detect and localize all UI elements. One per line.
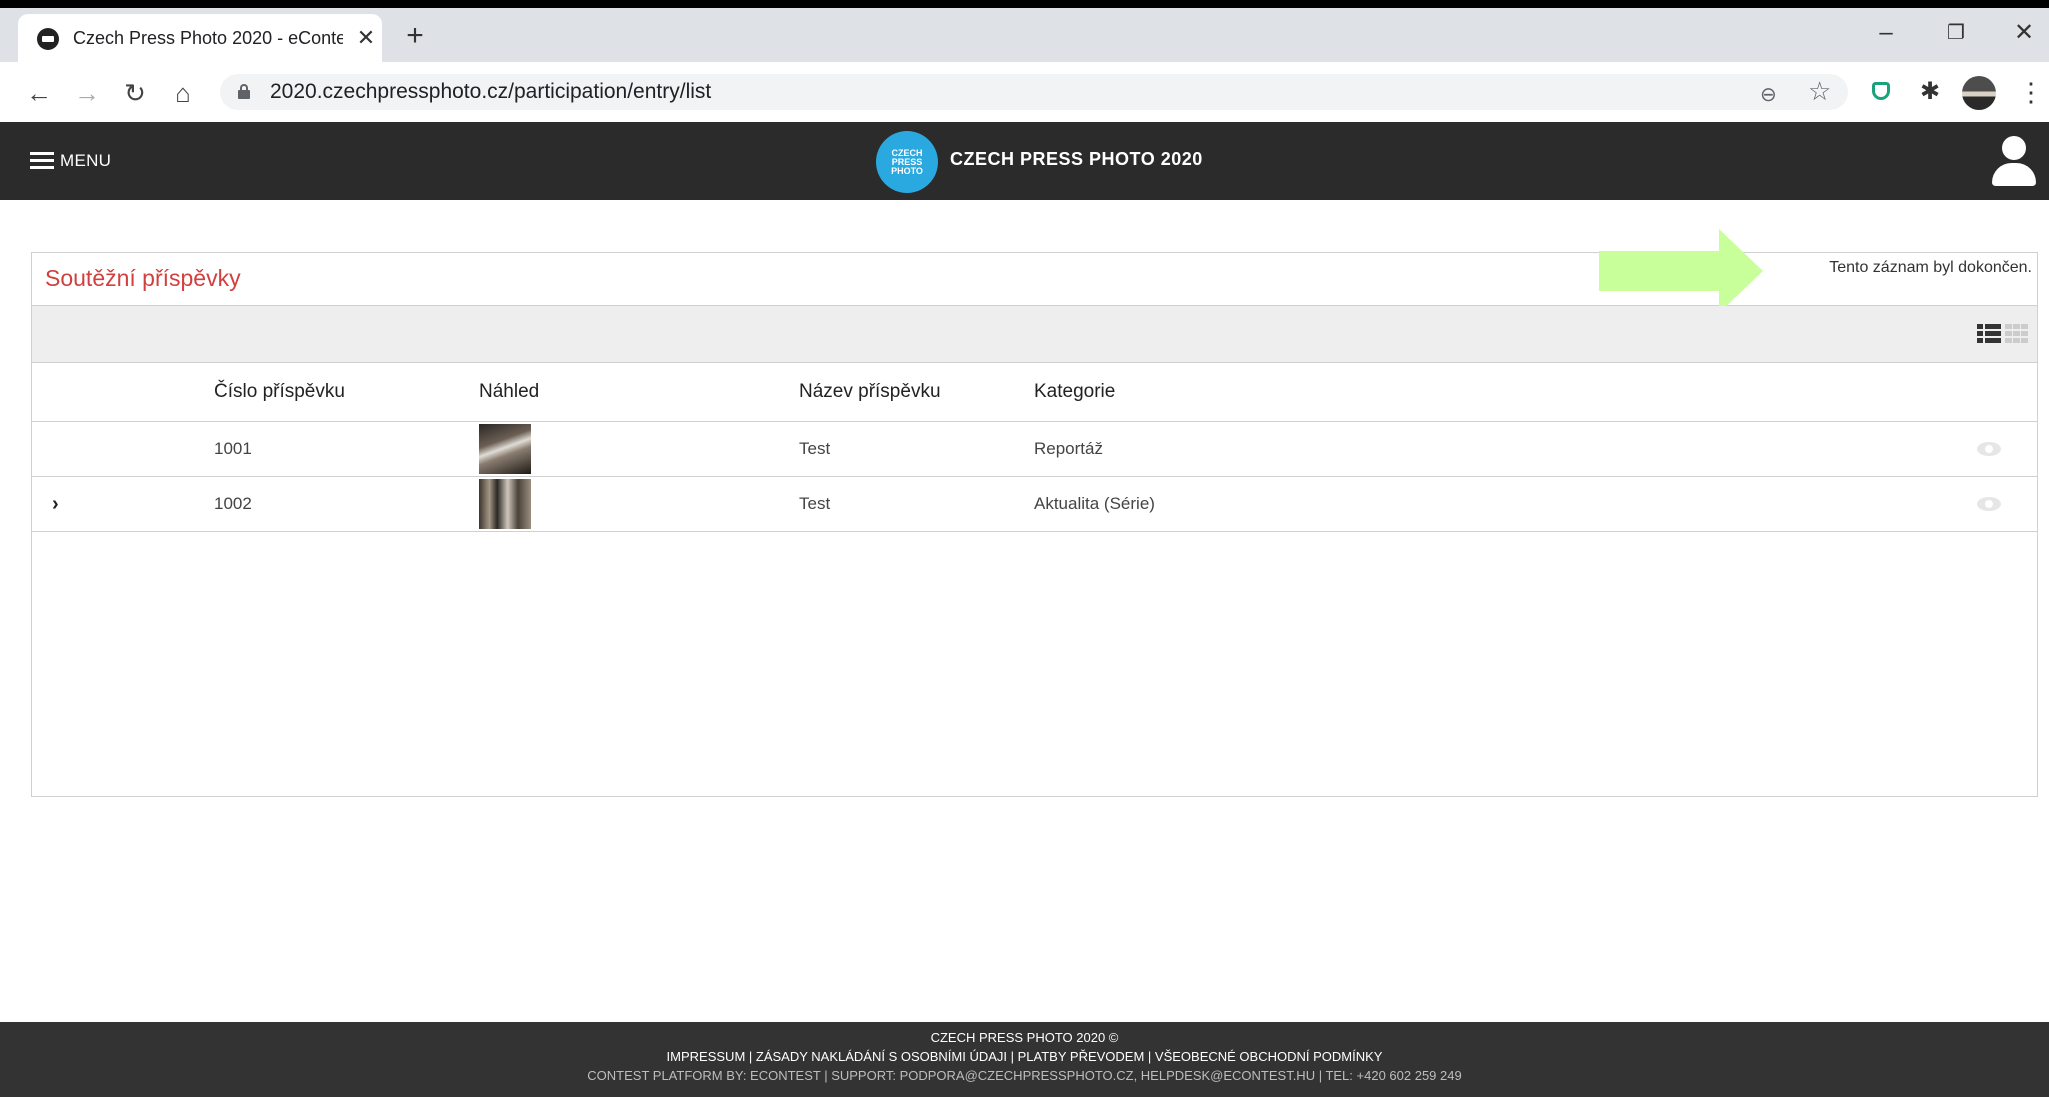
entries-panel: Soutěžní příspěvky Tento záznam byl doko… <box>31 229 2038 797</box>
footer-copyright: CZECH PRESS PHOTO 2020 © <box>930 1030 1119 1045</box>
profile-avatar[interactable] <box>1962 76 1996 110</box>
column-header-number[interactable]: Číslo příspěvku <box>214 363 479 422</box>
browser-toolbar: ← → ↻ ⌂ 2020.czechpressphoto.cz/particip… <box>0 62 2049 122</box>
tab-title: Czech Press Photo 2020 - eContest <box>73 28 343 48</box>
zoom-icon[interactable]: ⊖ <box>1760 82 1782 106</box>
column-header-preview: Náhled <box>479 363 799 422</box>
column-header-actions <box>1967 363 2037 422</box>
close-window-button[interactable]: ✕ <box>2004 16 2044 50</box>
column-header-category[interactable]: Kategorie <box>1034 363 1967 422</box>
site-logo[interactable]: CZECH PRESS PHOTO <box>876 131 938 193</box>
list-view-icon[interactable] <box>1977 324 2001 344</box>
column-header-expand <box>32 363 214 422</box>
entry-name: Test <box>799 421 1034 477</box>
site-footer: CZECH PRESS PHOTO 2020 © IMPRESSUM | ZÁS… <box>0 1022 2049 1097</box>
restore-button[interactable]: ❐ <box>1936 16 1976 50</box>
entry-number: 1002 <box>214 476 479 532</box>
column-header-name[interactable]: Název příspěvku <box>799 363 1034 422</box>
grid-view-icon[interactable] <box>2005 324 2029 344</box>
entry-thumbnail[interactable] <box>479 424 531 474</box>
expand-chevron-icon[interactable]: › <box>52 493 59 515</box>
status-message: Tento záznam byl dokončen. <box>1829 259 2032 276</box>
browser-tab[interactable]: Czech Press Photo 2020 - eContest ✕ <box>18 14 382 62</box>
minimize-button[interactable]: – <box>1866 16 1906 50</box>
entries-table: Číslo příspěvku Náhled Název příspěvku K… <box>32 363 2037 532</box>
user-account-icon[interactable] <box>1992 136 2036 186</box>
entry-category: Reportáž <box>1034 421 1967 477</box>
entry-thumbnail[interactable] <box>479 479 531 529</box>
view-eye-icon[interactable] <box>1977 497 2001 511</box>
logo-line: PHOTO <box>891 165 923 176</box>
site-header: MENU CZECH PRESS PHOTO CZECH PRESS PHOTO… <box>0 122 2049 200</box>
shield-extension-icon[interactable] <box>1866 76 1898 108</box>
table-row[interactable]: › 1002 Test Aktualita (Série) <box>32 476 2037 532</box>
back-arrow-icon[interactable]: ← <box>22 76 56 110</box>
site-favicon-icon <box>37 28 59 50</box>
extensions-puzzle-icon[interactable]: ✱ <box>1914 76 1946 108</box>
menu-button[interactable]: MENU <box>30 148 111 174</box>
panel-toolbar <box>32 306 2037 363</box>
browser-menu-icon[interactable]: ⋮ <box>2018 76 2044 108</box>
table-header-row: Číslo příspěvku Náhled Název příspěvku K… <box>32 363 2037 422</box>
entry-category: Aktualita (Série) <box>1034 476 1967 532</box>
tab-close-icon[interactable]: ✕ <box>350 22 382 54</box>
entry-name: Test <box>799 476 1034 532</box>
browser-window: Czech Press Photo 2020 - eContest ✕ + – … <box>0 8 2049 1097</box>
reload-icon[interactable]: ↻ <box>118 76 152 110</box>
tab-strip: Czech Press Photo 2020 - eContest ✕ + – … <box>0 8 2049 62</box>
entry-number: 1001 <box>214 421 479 477</box>
green-arrow-annotation <box>1599 229 1765 313</box>
hamburger-icon <box>30 152 54 170</box>
new-tab-button[interactable]: + <box>398 20 432 54</box>
url-text[interactable]: 2020.czechpressphoto.cz/participation/en… <box>270 80 711 104</box>
footer-links[interactable]: IMPRESSUM | ZÁSADY NAKLÁDÁNÍ S OSOBNÍMI … <box>0 1047 2049 1066</box>
view-eye-icon[interactable] <box>1977 442 2001 456</box>
forward-arrow-icon[interactable]: → <box>70 76 104 110</box>
table-row[interactable]: 1001 Test Reportáž <box>32 421 2037 477</box>
home-icon[interactable]: ⌂ <box>166 76 200 110</box>
site-title[interactable]: CZECH PRESS PHOTO 2020 <box>950 149 1203 170</box>
bookmark-star-icon[interactable]: ☆ <box>1808 77 1834 105</box>
footer-contact: CONTEST PLATFORM BY: ECONTEST | SUPPORT:… <box>587 1068 1462 1083</box>
panel-title: Soutěžní příspěvky <box>45 265 241 291</box>
address-bar[interactable]: 2020.czechpressphoto.cz/participation/en… <box>220 74 1848 110</box>
menu-label: MENU <box>60 151 112 170</box>
lock-icon[interactable] <box>238 84 250 99</box>
panel-header: Soutěžní příspěvky Tento záznam byl doko… <box>32 229 2037 313</box>
